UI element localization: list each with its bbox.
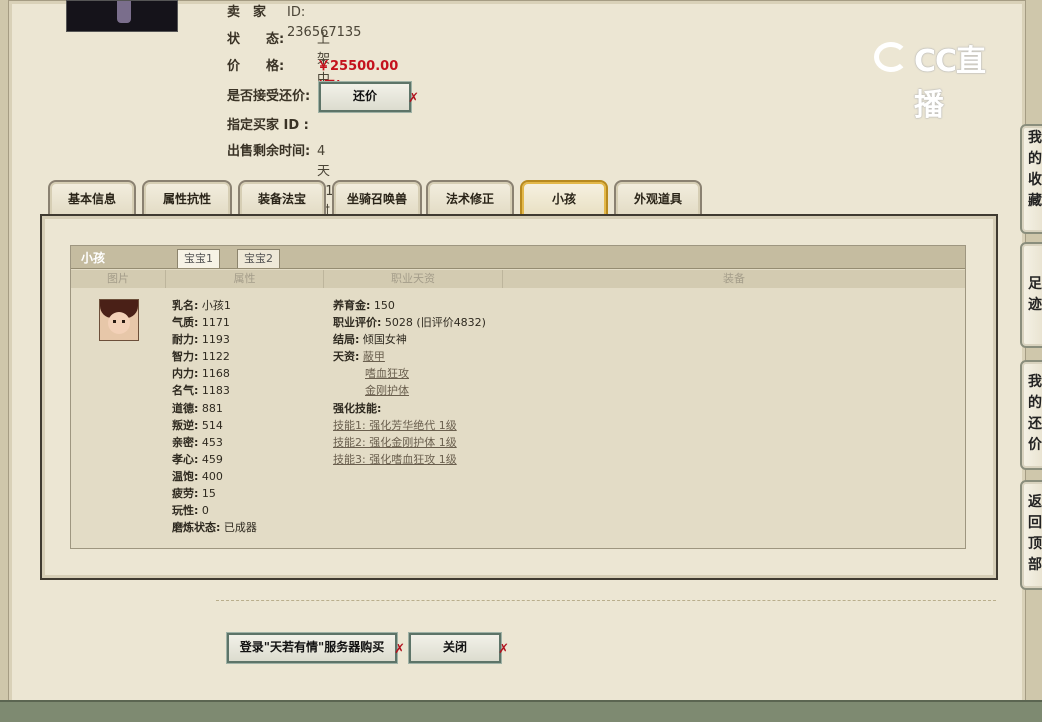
counter-offer-label: 是否接受还价: — [227, 89, 311, 104]
close-mark-icon: ✗ — [394, 642, 405, 657]
skill-link[interactable]: 技能1: 强化芳华绝代 1级 — [333, 419, 457, 432]
skill-link[interactable]: 技能2: 强化金刚护体 1级 — [333, 436, 457, 449]
column-header-image: 图片 — [71, 270, 166, 288]
skill-row: 技能3: 强化嗜血狂攻 1级 — [333, 451, 486, 468]
stat-row: 乳名: 小孩1 — [172, 299, 231, 312]
bottom-strip — [0, 700, 1042, 722]
support-row: 养育金: 150 — [333, 299, 395, 312]
side-button-label: 我的还价 — [1028, 374, 1042, 453]
career-info: 养育金: 150 职业评价: 5028 (旧评价4832) 结局: 倾国女神 天… — [333, 297, 486, 468]
portrait-eyes — [113, 320, 125, 323]
time-label: 出售剩余时间: — [227, 144, 311, 159]
stat-row: 名气: 1183 — [172, 384, 230, 398]
tab-basic-info[interactable]: 基本信息 — [48, 180, 136, 216]
column-header-career-talent: 职业天资 — [324, 270, 503, 288]
subtab-baby-2[interactable]: 宝宝2 — [237, 249, 280, 268]
cc-live-watermark: CC直播 — [874, 36, 1014, 123]
counter-offer-button[interactable]: 还价 ✗ — [318, 81, 419, 113]
child-portrait — [99, 299, 139, 341]
stat-row: 耐力: 1193 — [172, 333, 230, 347]
talent-row: 天资: 蔽甲 — [333, 350, 385, 364]
subtab-baby-1[interactable]: 宝宝1 — [177, 249, 220, 268]
talent-link[interactable]: 蔽甲 — [363, 350, 385, 363]
close-button[interactable]: 关闭 ✗ — [408, 632, 509, 664]
tab-attributes[interactable]: 属性抗性 — [142, 180, 232, 216]
stat-row: 内力: 1168 — [172, 367, 230, 381]
stat-row: 疲劳: 15 — [172, 487, 216, 501]
stat-row: 叛逆: 514 — [172, 418, 223, 432]
skill-row: 技能2: 强化金刚护体 1级 — [333, 434, 486, 451]
history-button[interactable]: 足迹 — [1020, 242, 1042, 348]
evaluation-row: 职业评价: 5028 (旧评价4832) — [333, 316, 486, 330]
back-to-top-button[interactable]: 返回顶部 — [1020, 480, 1042, 590]
tab-appearance-items[interactable]: 外观道具 — [614, 180, 702, 216]
column-header-attributes: 属性 — [166, 270, 324, 288]
price-label: 价 格: — [227, 59, 285, 74]
talent-link[interactable]: 金刚护体 — [365, 384, 409, 397]
tab-label: 法术修正 — [445, 192, 494, 206]
stat-row: 智力: 1122 — [172, 350, 230, 364]
skill-link[interactable]: 技能3: 强化嗜血狂攻 1级 — [333, 453, 457, 466]
close-button-label: 关闭 — [442, 640, 467, 654]
counter-offer-button-label: 还价 — [352, 89, 377, 103]
ending-row: 结局: 倾国女神 — [333, 333, 407, 347]
child-panel-titlebar: 小孩 宝宝1 宝宝2 — [71, 246, 965, 269]
close-mark-icon: ✗ — [408, 91, 419, 106]
stat-row: 亲密: 453 — [172, 435, 223, 449]
my-favorites-button[interactable]: 我的收藏 — [1020, 124, 1042, 234]
subtab-label: 宝宝1 — [184, 252, 213, 265]
stat-row: 磨炼状态: 已成器 — [172, 521, 257, 535]
column-header-equipment: 装备 — [503, 270, 965, 288]
stat-row: 温饱: 400 — [172, 469, 223, 483]
tab-label: 属性抗性 — [162, 192, 211, 206]
talent-row: 金刚护体 — [333, 382, 486, 399]
talent-link[interactable]: 嗜血狂攻 — [365, 367, 409, 380]
tab-mounts-summons[interactable]: 坐骑召唤兽 — [332, 180, 422, 216]
stat-row: 孝心: 459 — [172, 452, 223, 466]
side-button-label: 返回顶部 — [1028, 494, 1042, 573]
login-server-buy-button[interactable]: 登录"天若有情"服务器购买 ✗ — [226, 632, 405, 664]
stat-row: 气质: 1171 — [172, 316, 230, 330]
watermark-text: CC直播 — [914, 44, 986, 123]
character-figure — [117, 1, 131, 23]
tab-label: 装备法宝 — [257, 192, 306, 206]
status-label: 状 态: — [227, 32, 285, 47]
character-thumbnail — [66, 0, 178, 32]
tab-label: 基本信息 — [67, 192, 116, 206]
talent-row: 嗜血狂攻 — [333, 365, 486, 382]
portrait-face — [108, 312, 130, 334]
skill-row: 技能1: 强化芳华绝代 1级 — [333, 417, 486, 434]
my-counter-offers-button[interactable]: 我的还价 — [1020, 360, 1042, 470]
side-button-label: 足迹 — [1028, 276, 1042, 313]
tab-spell-mods[interactable]: 法术修正 — [426, 180, 514, 216]
child-stats: 乳名: 小孩1 气质: 1171 耐力: 1193 智力: 1122 内力: 1… — [172, 297, 257, 536]
tab-child[interactable]: 小孩 — [520, 180, 608, 216]
close-mark-icon: ✗ — [498, 642, 509, 657]
divider — [216, 600, 996, 601]
stat-row: 道德: 881 — [172, 401, 223, 415]
skill-label-row: 强化技能: — [333, 401, 382, 415]
subtab-label: 宝宝2 — [244, 252, 273, 265]
tab-label: 外观道具 — [633, 192, 682, 206]
tab-label: 小孩 — [551, 192, 576, 206]
cc-logo-icon — [874, 42, 908, 72]
child-panel-title: 小孩 — [81, 251, 106, 265]
buy-button-label: 登录"天若有情"服务器购买 — [239, 640, 385, 654]
child-panel: 小孩 宝宝1 宝宝2 图片 属性 职业天资 装备 乳名: 小孩1 气质: 117… — [70, 245, 966, 549]
buyer-label: 指定买家 ID : — [227, 118, 309, 133]
tab-equipment[interactable]: 装备法宝 — [238, 180, 326, 216]
tab-label: 坐骑召唤兽 — [346, 192, 407, 206]
stat-row: 玩性: 0 — [172, 504, 209, 518]
side-button-label: 我的收藏 — [1028, 130, 1042, 209]
